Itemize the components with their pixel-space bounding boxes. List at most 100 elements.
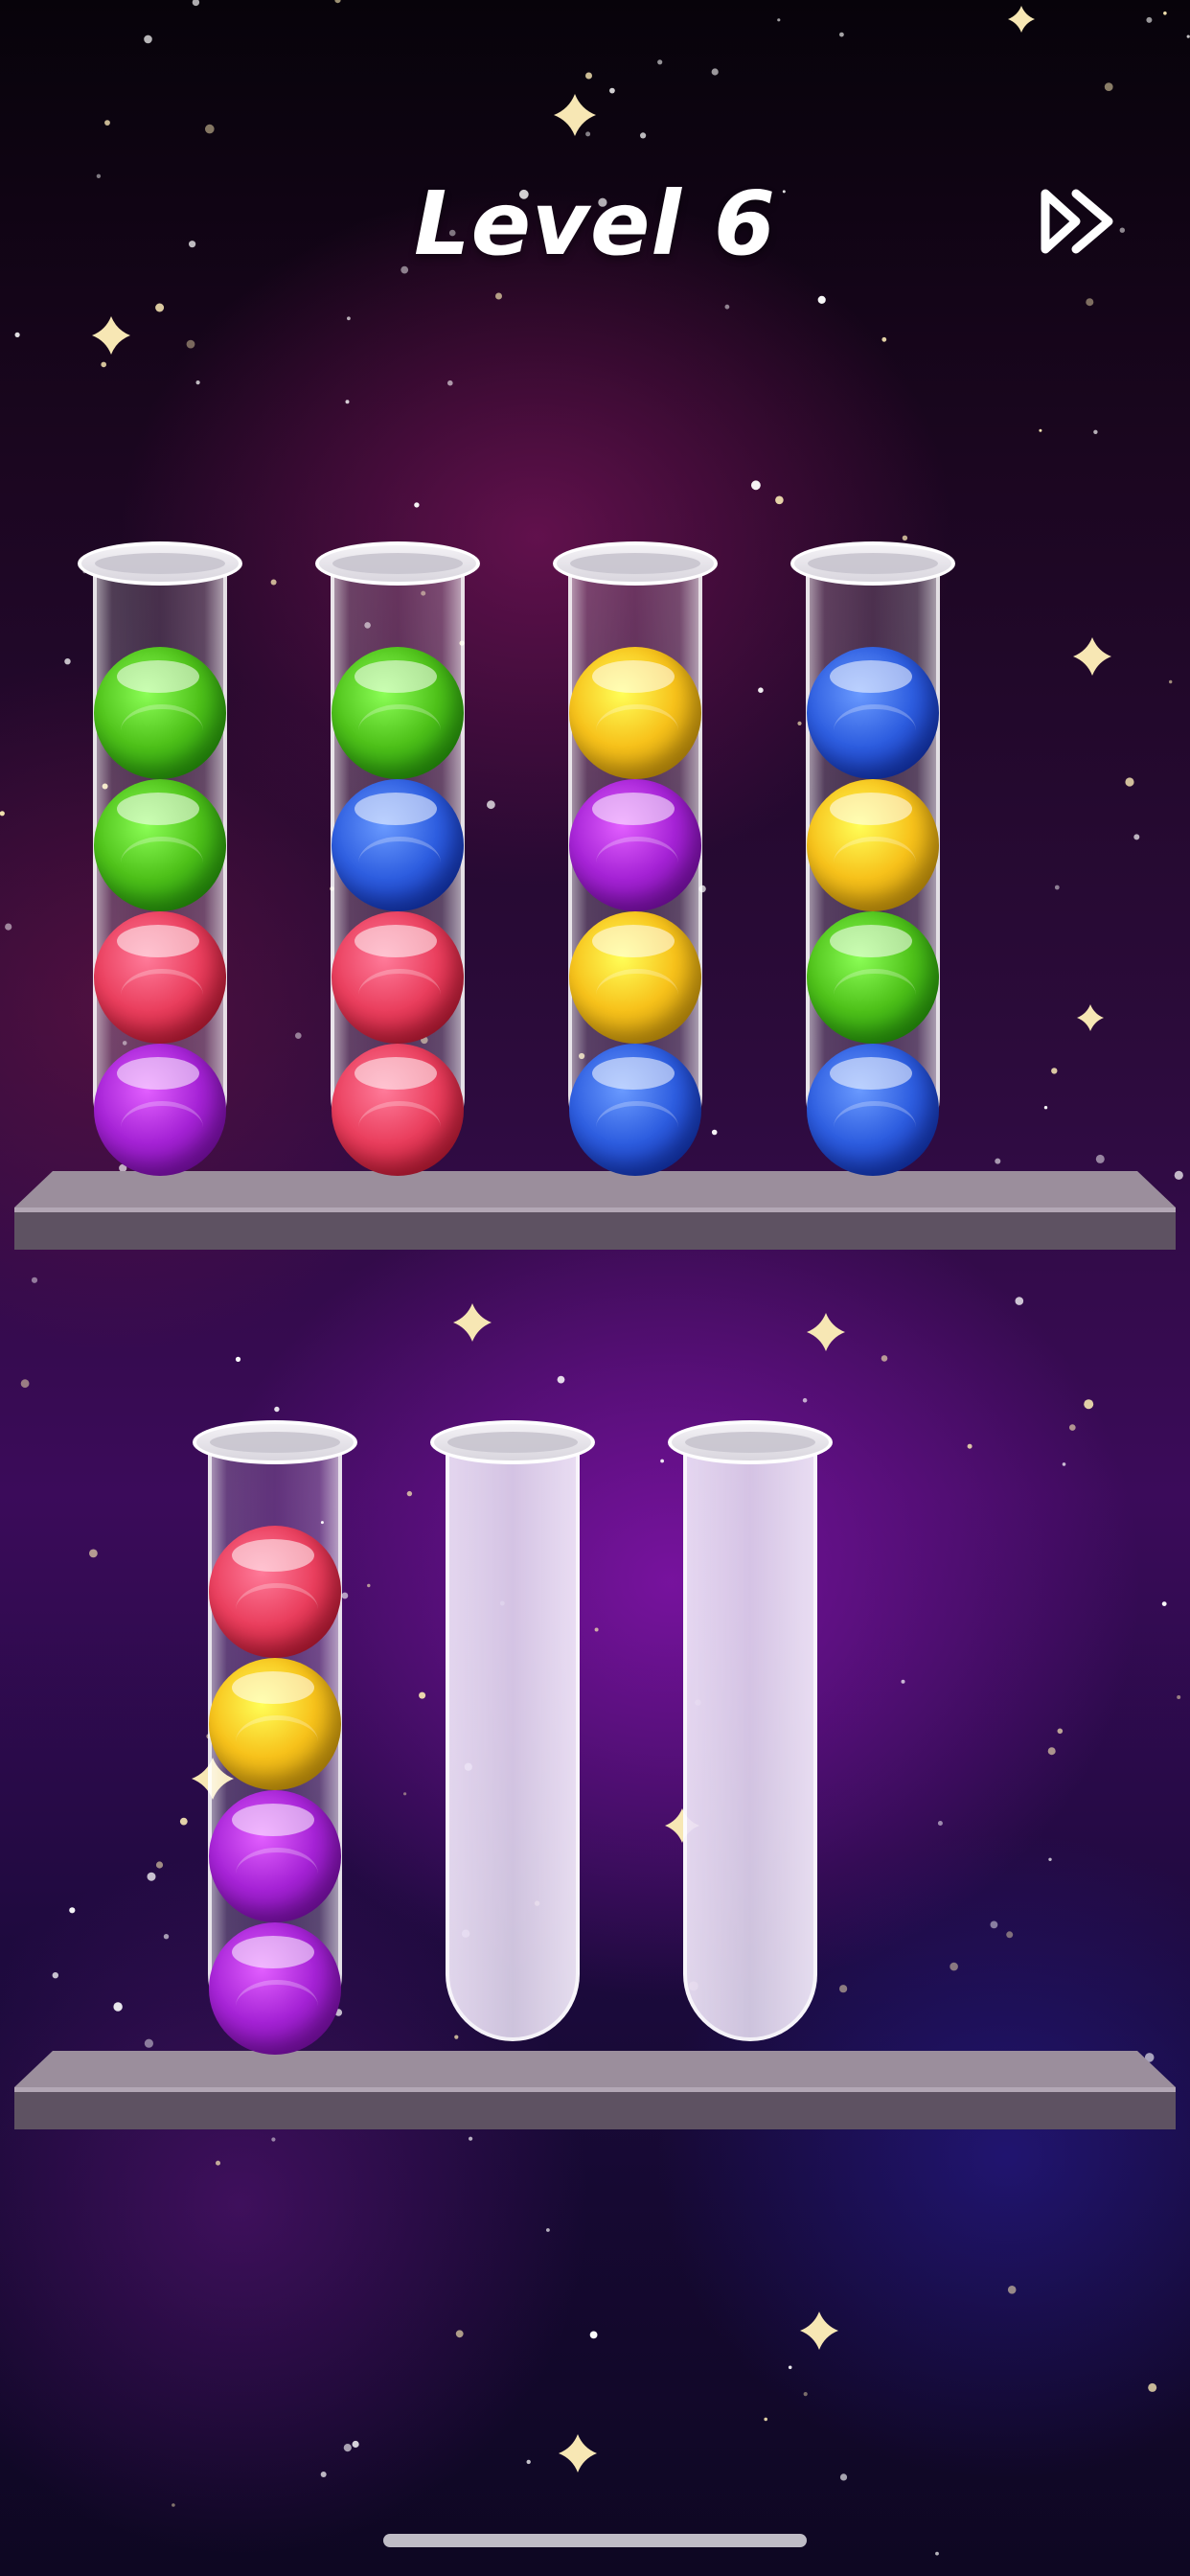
star-dot — [1007, 2286, 1017, 2294]
tube[interactable] — [553, 541, 718, 1176]
sparkle-star — [1073, 637, 1111, 676]
star-dot — [1057, 1728, 1064, 1735]
star-dot — [881, 1355, 888, 1362]
tube[interactable] — [790, 541, 955, 1176]
star-dot — [89, 1549, 98, 1558]
tube[interactable] — [78, 541, 242, 1176]
tube-rim — [553, 541, 718, 586]
tube[interactable] — [315, 541, 480, 1176]
tube[interactable] — [668, 1420, 833, 2043]
sparkle-star — [807, 1313, 845, 1351]
star-dot — [1169, 679, 1173, 684]
star-dot — [270, 579, 277, 586]
home-indicator[interactable] — [383, 2534, 807, 2547]
star-dot — [935, 2551, 939, 2556]
star-dot — [594, 1627, 599, 1632]
ball-yellow — [209, 1658, 341, 1790]
star-dot — [320, 2472, 327, 2477]
star-dot — [526, 2459, 531, 2465]
star-dot — [147, 1872, 156, 1881]
star-dot — [1051, 1068, 1058, 1074]
star-dot — [69, 1907, 76, 1914]
star-dot — [205, 124, 215, 134]
ball-green — [807, 911, 939, 1044]
star-dot — [447, 380, 453, 386]
star-dot — [1186, 34, 1190, 38]
starfield-background — [0, 0, 1190, 2556]
star-dot — [20, 1379, 30, 1389]
star-dot — [347, 316, 351, 321]
star-dot — [1086, 298, 1094, 307]
star-dot — [711, 68, 719, 76]
star-dot — [1104, 82, 1113, 91]
star-dot — [1043, 1106, 1048, 1110]
star-dot — [192, 0, 200, 7]
star-dot — [802, 1397, 808, 1403]
star-dot — [967, 1443, 973, 1449]
ball-purple — [94, 1044, 226, 1176]
star-dot — [113, 2002, 123, 2012]
star-dot — [817, 295, 826, 304]
shelf-board — [14, 2051, 1176, 2129]
star-dot — [1163, 12, 1167, 15]
shelf-board — [14, 1171, 1176, 1250]
star-dot — [1148, 2382, 1157, 2392]
star-dot — [495, 292, 502, 300]
star-dot — [1174, 1170, 1183, 1180]
star-dot — [334, 0, 341, 4]
star-dot — [235, 1356, 241, 1362]
star-dot — [101, 361, 106, 368]
star-dot — [777, 18, 781, 22]
ball-blue — [332, 779, 464, 911]
ball-blue — [807, 647, 939, 779]
star-dot — [455, 2330, 464, 2338]
star-dot — [640, 132, 647, 139]
star-dot — [0, 811, 5, 816]
star-dot — [352, 2440, 359, 2449]
star-dot — [5, 923, 12, 931]
tube-glass — [683, 1447, 817, 2041]
star-dot — [775, 495, 784, 505]
star-dot — [764, 2417, 767, 2422]
star-dot — [585, 72, 592, 80]
skip-level-button[interactable] — [1040, 188, 1116, 255]
star-dot — [758, 687, 764, 693]
star-dot — [609, 87, 615, 94]
ball-yellow — [569, 911, 701, 1044]
star-dot — [589, 2331, 598, 2339]
star-dot — [1069, 1424, 1076, 1431]
tube-rim — [78, 541, 242, 586]
star-dot — [419, 1691, 426, 1699]
star-dot — [216, 2160, 220, 2166]
tube[interactable] — [430, 1420, 595, 2043]
star-dot — [155, 1861, 164, 1869]
star-dot — [155, 303, 165, 312]
ball-purple — [209, 1790, 341, 1922]
star-dot — [1133, 834, 1140, 840]
sparkle-star — [1077, 1004, 1104, 1031]
ball-red — [209, 1526, 341, 1658]
star-dot — [1146, 16, 1153, 23]
star-dot — [557, 1375, 565, 1384]
tube[interactable] — [193, 1420, 357, 2055]
tube-rim — [790, 541, 955, 586]
ball-red — [94, 911, 226, 1044]
star-dot — [31, 1276, 38, 1283]
tube-rim — [668, 1420, 833, 1464]
star-dot — [881, 336, 887, 342]
star-dot — [1062, 1462, 1066, 1466]
star-dot — [657, 59, 663, 65]
star-dot — [144, 2038, 153, 2048]
ball-yellow — [569, 647, 701, 779]
star-dot — [403, 1792, 407, 1796]
star-dot — [64, 658, 71, 665]
star-dot — [271, 2137, 276, 2142]
ball-red — [332, 911, 464, 1044]
star-dot — [724, 304, 730, 310]
star-dot — [487, 800, 495, 810]
star-dot — [839, 1985, 848, 1993]
ball-purple — [209, 1922, 341, 2055]
sparkle-star — [800, 2312, 838, 2350]
star-dot — [367, 1583, 371, 1588]
star-dot — [469, 2136, 473, 2141]
